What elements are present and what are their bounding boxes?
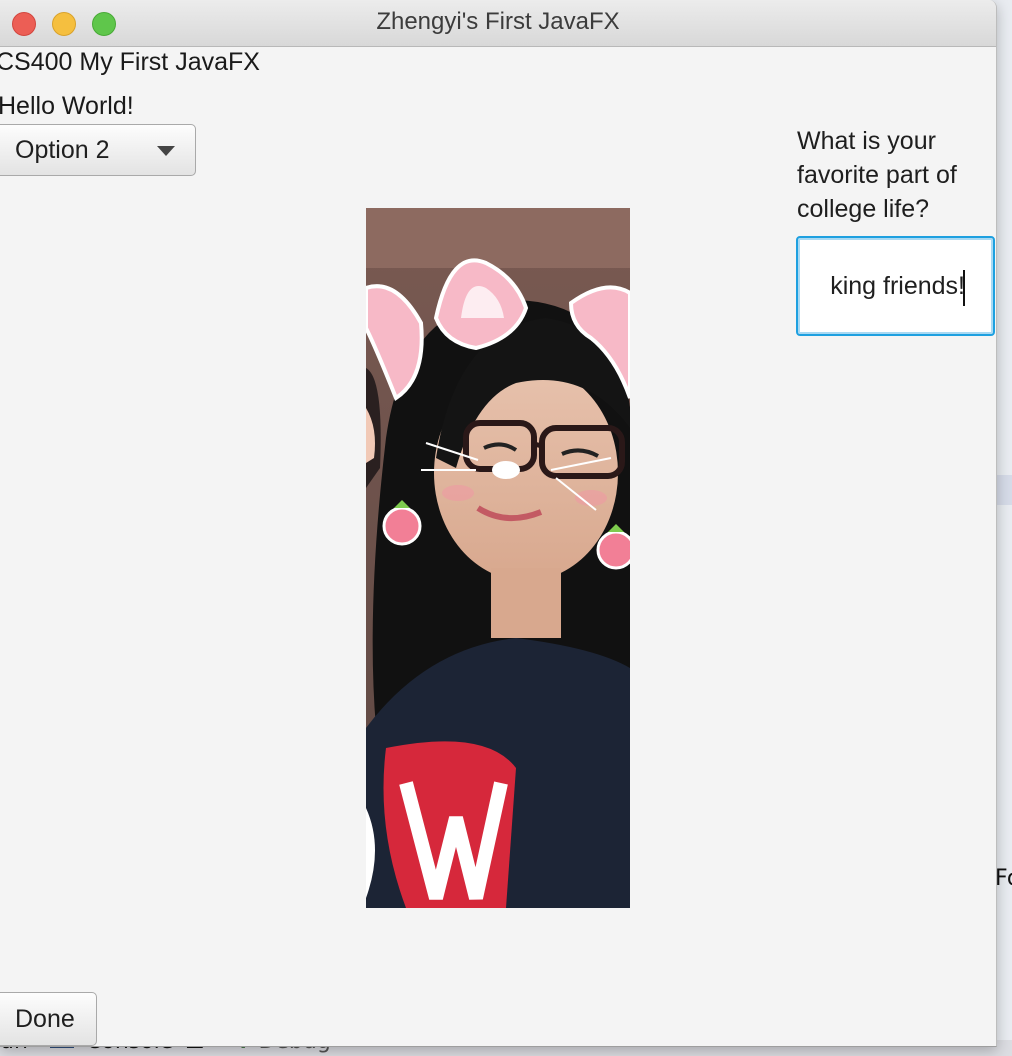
combo-selected-value: Option 2 bbox=[15, 136, 110, 164]
option-combo-box[interactable]: Option 2 bbox=[0, 124, 196, 176]
app-window: Zhengyi's First JavaFX CS400 My First Ja… bbox=[0, 0, 997, 1047]
title-bar[interactable]: Zhengyi's First JavaFX bbox=[0, 0, 996, 47]
background-highlight bbox=[996, 475, 1012, 505]
profile-photo bbox=[366, 208, 630, 908]
hello-label: Hello World! bbox=[0, 92, 134, 120]
text-caret bbox=[963, 270, 965, 306]
background-text-fragment: Fo bbox=[995, 866, 1012, 891]
answer-field-value: king friends! bbox=[830, 272, 965, 300]
done-button-label: Done bbox=[15, 1005, 75, 1033]
done-button[interactable]: Done bbox=[0, 992, 97, 1046]
window-title: Zhengyi's First JavaFX bbox=[376, 8, 620, 35]
chevron-down-icon bbox=[157, 146, 175, 156]
photo-illustration bbox=[366, 208, 630, 908]
question-label: What is your favorite part of college li… bbox=[797, 127, 957, 223]
answer-text-field[interactable]: king friends! bbox=[796, 236, 995, 336]
course-label: CS400 My First JavaFX bbox=[0, 48, 260, 76]
